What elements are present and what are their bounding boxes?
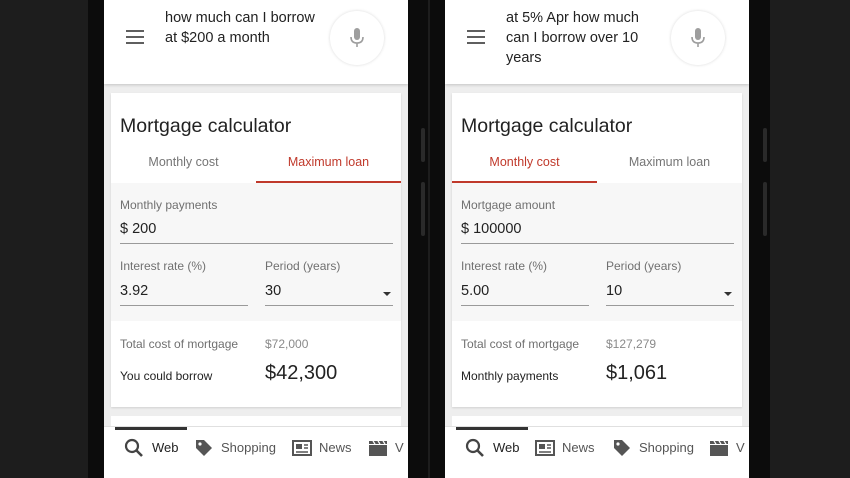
mic-icon — [691, 28, 705, 47]
nav-label: Web — [152, 440, 179, 455]
nav-label: Shopping — [639, 440, 694, 455]
total-cost-value: $72,000 — [265, 337, 309, 351]
mic-button[interactable] — [330, 11, 384, 65]
menu-icon[interactable] — [467, 30, 485, 44]
nav-label: Shopping — [221, 440, 276, 455]
period-select[interactable]: 10 — [606, 283, 734, 306]
nav-label: Web — [493, 440, 520, 455]
phone-left: how much can I borrow at $200 a month Mo… — [88, 0, 428, 478]
interest-rate-label: Interest rate (%) — [461, 259, 548, 273]
result-value: $1,061 — [606, 362, 668, 384]
nav-label: News — [319, 440, 352, 455]
results-section: Total cost of mortgage $72,000 You could… — [111, 321, 401, 407]
search-query[interactable]: at 5% Apr how much can I borrow over 10 … — [506, 8, 666, 68]
input-section: Monthly payments $ 200 Interest rate (%)… — [111, 183, 401, 321]
mortgage-amount-input[interactable]: $ 100000 — [461, 221, 734, 244]
interest-rate-label: Interest rate (%) — [120, 259, 207, 273]
result-label: Monthly payments — [461, 369, 559, 383]
period-label: Period (years) — [265, 259, 341, 273]
tag-icon — [196, 440, 212, 456]
calculator-tabs: Monthly cost Maximum loan — [111, 143, 401, 184]
clapperboard-icon — [369, 440, 387, 456]
newspaper-icon — [535, 440, 555, 456]
monthly-payments-input[interactable]: $ 200 — [120, 221, 393, 244]
nav-label: V — [395, 440, 404, 455]
screen: how much can I borrow at $200 a month Mo… — [104, 0, 408, 478]
phone-side-button — [421, 128, 425, 162]
nav-label: V — [736, 440, 745, 455]
dropdown-arrow-icon — [724, 292, 732, 296]
result-label: You could borrow — [120, 369, 213, 383]
monthly-payments-label: Monthly payments — [120, 198, 218, 212]
mic-button[interactable] — [671, 11, 725, 65]
interest-rate-input[interactable]: 5.00 — [461, 283, 589, 306]
search-icon — [124, 438, 143, 457]
bottom-nav: Web Shopping News V — [104, 426, 408, 478]
nav-label: News — [562, 440, 595, 455]
input-section: Mortgage amount $ 100000 Interest rate (… — [452, 183, 742, 321]
period-label: Period (years) — [606, 259, 682, 273]
total-cost-value: $127,279 — [606, 337, 657, 351]
nav-item-shopping[interactable]: Shopping — [612, 427, 707, 471]
nav-item-videos[interactable]: V — [368, 427, 408, 471]
calculator-tabs: Monthly cost Maximum loan — [452, 143, 742, 184]
phone-side-button — [421, 182, 425, 236]
nav-item-news[interactable]: News — [535, 427, 605, 471]
total-cost-label: Total cost of mortgage — [461, 337, 580, 351]
nav-item-shopping[interactable]: Shopping — [194, 427, 284, 471]
phone-side-button — [763, 128, 767, 162]
tab-maximum-loan[interactable]: Maximum loan — [597, 143, 742, 182]
tag-icon — [614, 440, 630, 456]
search-bar[interactable]: at 5% Apr how much can I borrow over 10 … — [445, 0, 749, 84]
phone-right: at 5% Apr how much can I borrow over 10 … — [430, 0, 770, 478]
newspaper-icon — [292, 440, 312, 456]
nav-item-web[interactable]: Web — [124, 427, 184, 471]
card-title: Mortgage calculator — [120, 115, 292, 137]
dropdown-arrow-icon — [383, 292, 391, 296]
menu-icon[interactable] — [126, 30, 144, 44]
total-cost-label: Total cost of mortgage — [120, 337, 239, 351]
bottom-nav: Web News Shopping V — [445, 426, 749, 478]
search-bar[interactable]: how much can I borrow at $200 a month — [104, 0, 408, 84]
mortgage-amount-label: Mortgage amount — [461, 198, 556, 212]
tab-monthly-cost[interactable]: Monthly cost — [111, 143, 256, 182]
search-icon — [465, 438, 484, 457]
result-value: $42,300 — [265, 362, 338, 384]
nav-item-news[interactable]: News — [292, 427, 362, 471]
search-query[interactable]: how much can I borrow at $200 a month — [165, 8, 325, 48]
mortgage-calculator-card: Mortgage calculator Monthly cost Maximum… — [111, 93, 401, 407]
clapperboard-icon — [710, 440, 728, 456]
period-value: 10 — [606, 283, 734, 306]
tab-monthly-cost[interactable]: Monthly cost — [452, 143, 597, 183]
tab-maximum-loan[interactable]: Maximum loan — [256, 143, 401, 183]
phone-side-button — [763, 182, 767, 236]
nav-item-videos[interactable]: V — [709, 427, 749, 471]
screen: at 5% Apr how much can I borrow over 10 … — [445, 0, 749, 478]
mic-icon — [350, 28, 364, 47]
period-value: 30 — [265, 283, 393, 306]
nav-item-web[interactable]: Web — [465, 427, 525, 471]
interest-rate-input[interactable]: 3.92 — [120, 283, 248, 306]
period-select[interactable]: 30 — [265, 283, 393, 306]
mortgage-calculator-card: Mortgage calculator Monthly cost Maximum… — [452, 93, 742, 407]
card-title: Mortgage calculator — [461, 115, 633, 137]
results-section: Total cost of mortgage $127,279 Monthly … — [452, 321, 742, 407]
